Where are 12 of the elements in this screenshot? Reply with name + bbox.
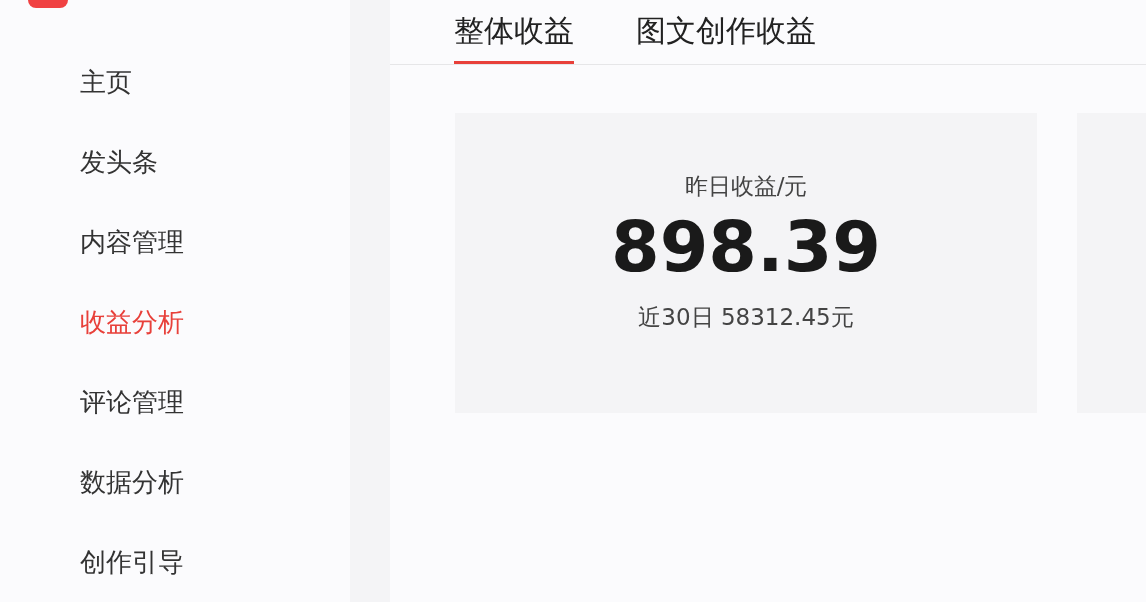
tab[interactable]: 整体收益	[454, 0, 574, 64]
sidebar-item[interactable]: 内容管理	[0, 202, 190, 282]
sidebar-item[interactable]: 发头条	[0, 122, 164, 202]
sidebar-item[interactable]: 创作引导	[0, 522, 190, 602]
recent-income: 近30日 58312.45元	[638, 303, 854, 332]
tab[interactable]: 图文创作收益	[636, 0, 816, 64]
income-value: 898.39	[610, 206, 882, 288]
sidebar-item[interactable]: 主页	[0, 42, 138, 122]
sidebar-item[interactable]: 评论管理	[0, 362, 190, 442]
card-label: 昨日收益/元	[684, 172, 808, 201]
sidebar-item[interactable]: 数据分析	[0, 442, 190, 522]
sidebar-item[interactable]: 收益分析	[0, 282, 190, 362]
